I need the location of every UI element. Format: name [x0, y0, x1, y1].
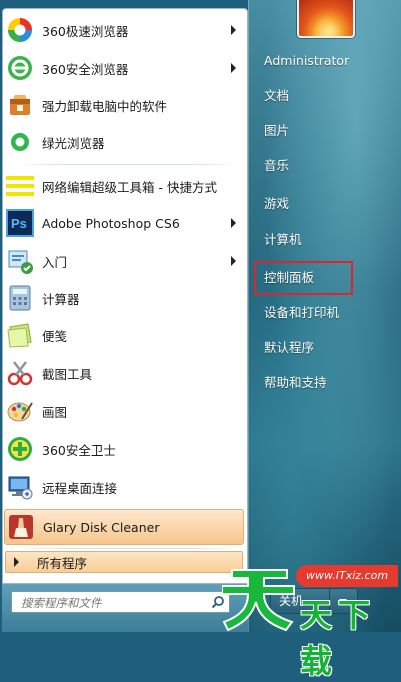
all-programs-button[interactable]: 所有程序 — [5, 551, 243, 573]
menu-item-calculator[interactable]: 计算器 — [4, 280, 244, 316]
search-box[interactable] — [11, 591, 230, 613]
menu-item-uninstaller[interactable]: 强力卸载电脑中的软件 — [4, 87, 244, 123]
menu-item-label: 入门 — [42, 254, 68, 270]
menu-item-green-light-browser[interactable]: 绿光浏览器 — [4, 124, 244, 160]
menu-item-label: 强力卸载电脑中的软件 — [42, 98, 168, 114]
menu-item-label: 绿光浏览器 — [42, 135, 105, 151]
360-speed-browser-icon — [6, 16, 34, 44]
menu-item-label: 远程桌面连接 — [42, 480, 118, 496]
menu-item-360-speed-browser[interactable]: 360极速浏览器 — [4, 12, 244, 48]
menu-item-paint[interactable]: 画图 — [4, 393, 244, 429]
menu-item-snipping-tool[interactable]: 截图工具 — [4, 355, 244, 391]
remote-desktop-icon — [6, 473, 34, 501]
all-programs-arrow-icon — [14, 557, 19, 567]
menu-item-label: 画图 — [42, 404, 68, 420]
right-item-default-programs[interactable]: 默认程序 — [264, 337, 314, 359]
menu-item-label: 网络编辑超级工具箱 - 快捷方式 — [42, 179, 217, 195]
glary-disk-cleaner-icon — [7, 513, 35, 541]
menu-item-label: Adobe Photoshop CS6 — [42, 215, 180, 231]
submenu-arrow-icon[interactable] — [231, 256, 236, 266]
right-item-help-support[interactable]: 帮助和支持 — [264, 372, 327, 394]
watermark-logo-icon — [222, 569, 295, 632]
getting-started-icon — [6, 247, 34, 275]
menu-item-glary-disk-cleaner[interactable]: Glary Disk Cleaner — [4, 509, 244, 545]
menu-separator — [16, 164, 240, 165]
submenu-arrow-icon[interactable] — [231, 63, 236, 73]
menu-item-label: 截图工具 — [42, 366, 93, 382]
right-item-control-panel[interactable]: 控制面板 — [264, 267, 314, 289]
menu-item-label: 360安全卫士 — [42, 442, 116, 458]
right-item-music[interactable]: 音乐 — [264, 155, 289, 177]
360-security-icon — [6, 435, 34, 463]
menu-item-remote-desktop[interactable]: 远程桌面连接 — [4, 469, 244, 505]
user-avatar[interactable] — [297, 0, 355, 38]
paint-icon — [6, 397, 34, 425]
all-programs-label: 所有程序 — [37, 555, 88, 571]
right-item-games[interactable]: 游戏 — [264, 193, 289, 215]
uninstaller-icon — [6, 91, 34, 119]
photoshop-icon: Ps — [6, 209, 34, 237]
menu-item-label: 计算器 — [42, 291, 80, 307]
calculator-icon — [6, 284, 34, 312]
green-light-browser-icon — [6, 128, 34, 156]
menu-separator — [16, 548, 240, 549]
toolbox-shortcut-icon — [6, 172, 34, 200]
menu-item-toolbox-shortcut[interactable]: 网络编辑超级工具箱 - 快捷方式 — [4, 168, 244, 204]
menu-item-label: 360安全浏览器 — [42, 61, 129, 77]
search-input[interactable] — [19, 593, 213, 613]
sticky-notes-icon — [6, 321, 34, 349]
menu-item-label: 360极速浏览器 — [42, 23, 129, 39]
right-item-documents[interactable]: 文档 — [264, 85, 289, 107]
watermark-brand-text: 天下载 — [300, 596, 377, 680]
snipping-tool-icon — [6, 359, 34, 387]
submenu-arrow-icon[interactable] — [231, 218, 236, 228]
menu-item-label: 便笺 — [42, 328, 68, 344]
right-item-computer[interactable]: 计算机 — [264, 229, 302, 251]
menu-item-sticky-notes[interactable]: 便笺 — [4, 317, 244, 353]
submenu-arrow-icon[interactable] — [231, 25, 236, 35]
right-item-pictures[interactable]: 图片 — [264, 120, 289, 142]
menu-item-360-safe-browser[interactable]: 360安全浏览器 — [4, 50, 244, 86]
menu-item-getting-started[interactable]: 入门 — [4, 243, 244, 279]
menu-item-label: Glary Disk Cleaner — [43, 519, 160, 535]
svg-text:Ps: Ps — [11, 216, 27, 231]
right-item-devices-printers[interactable]: 设备和打印机 — [264, 302, 339, 324]
360-safe-browser-icon — [6, 54, 34, 82]
watermark-url-badge: www.ITxiz.com — [296, 565, 398, 587]
menu-item-photoshop[interactable]: Ps Adobe Photoshop CS6 — [4, 205, 244, 241]
menu-item-360-security[interactable]: 360安全卫士 — [4, 431, 244, 467]
user-name-link[interactable]: Administrator — [264, 50, 349, 72]
